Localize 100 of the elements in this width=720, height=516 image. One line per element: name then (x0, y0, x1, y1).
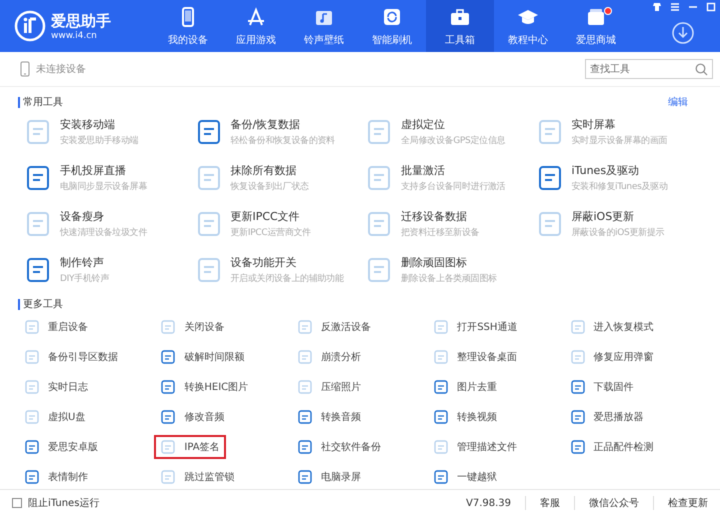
tool-item[interactable]: 表情制作 (18, 465, 94, 489)
tool-name: 手机投屏直播 (60, 163, 127, 178)
footer-link[interactable]: 客服 (525, 496, 560, 510)
skin-icon[interactable] (652, 2, 662, 12)
tool-item[interactable]: 反激活设备 (290, 315, 377, 339)
tool-item[interactable]: 爱思安卓版 (18, 435, 104, 459)
tool-item[interactable]: 重启设备 (18, 315, 94, 339)
tool-description: 更新IPCC运营商文件 (230, 226, 311, 239)
search-field[interactable]: 查找工具 (585, 59, 713, 79)
tool-item[interactable]: 转换音频 (290, 405, 367, 429)
tool-item[interactable]: 压缩照片 (290, 375, 367, 399)
nav-tab[interactable]: 爱思商城 (562, 0, 630, 52)
menu-icon[interactable] (670, 2, 680, 12)
tool-item[interactable]: 手机投屏直播 电脑同步显示设备屏幕 (18, 163, 188, 193)
section-title: 更多工具 (18, 298, 63, 310)
tool-description: 恢复设备到出厂状态 (230, 180, 309, 193)
nav-tab[interactable]: 智能刷机 (358, 0, 426, 52)
app-name: 爱思助手 (51, 12, 111, 30)
tool-item[interactable]: 转换HEIC图片 (154, 375, 254, 399)
tool-item[interactable]: 虚拟U盘 (18, 405, 92, 429)
tool-item[interactable]: 批量激活 支持多台设备同时进行激活 (359, 163, 530, 193)
tool-name: 实时屏幕 (572, 117, 616, 132)
tool-item[interactable]: 下载固件 (564, 375, 640, 399)
tool-item[interactable]: IPA签名 (154, 435, 226, 459)
tool-description: 安装和修复iTunes及驱动 (572, 180, 668, 193)
nav-tab[interactable]: 我的设备 (154, 0, 222, 52)
tool-item[interactable]: 设备功能开关 开启或关闭设备上的辅助功能 (188, 255, 359, 285)
tool-description: 支持多台设备同时进行激活 (401, 180, 506, 193)
tool-item[interactable]: 抹除所有数据 恢复设备到出厂状态 (188, 163, 359, 193)
tool-name: 抹除所有数据 (230, 163, 298, 178)
tool-item[interactable]: 制作铃声 DIY手机铃声 (18, 255, 188, 285)
tool-description: 把资料迁移至新设备 (401, 226, 480, 239)
tool-item[interactable]: 社交软件备份 (290, 435, 387, 459)
tool-item[interactable]: 实时日志 (18, 375, 94, 399)
tool-item[interactable]: 屏蔽iOS更新 屏蔽设备的iOS更新提示 (530, 209, 700, 239)
tool-description: 屏蔽设备的iOS更新提示 (572, 226, 664, 239)
maximize-icon[interactable] (706, 2, 716, 12)
tool-item[interactable]: 实时屏幕 实时显示设备屏幕的画面 (530, 117, 700, 147)
tool-item[interactable]: 电脑录屏 (290, 465, 367, 489)
letter-a-icon (245, 6, 267, 28)
tool-description: 全局修改设备GPS定位信息 (401, 134, 506, 147)
tool-item[interactable]: 正品配件检测 (564, 435, 660, 459)
tool-item[interactable]: 打开SSH通道 (427, 315, 524, 339)
checkbox-label: 阻止iTunes运行 (28, 496, 100, 510)
footer-link[interactable]: 检查更新 (653, 496, 708, 510)
tool-name: 虚拟定位 (401, 117, 446, 132)
nav-tab[interactable]: 铃声壁纸 (290, 0, 358, 52)
phone-icon (20, 61, 30, 77)
tool-item[interactable]: 安装移动端 安装爱思助手移动端 (18, 117, 188, 147)
tool-item[interactable]: 跳过监管锁 (154, 465, 240, 489)
tool-name: iTunes及驱动 (572, 163, 640, 178)
nav-tab[interactable]: 工具箱 (426, 0, 494, 52)
tool-item[interactable]: iTunes及驱动 安装和修复iTunes及驱动 (530, 163, 700, 193)
checkbox[interactable] (12, 498, 22, 508)
tool-item[interactable]: 图片去重 (427, 375, 504, 399)
tool-description: 开启或关闭设备上的辅助功能 (230, 272, 344, 285)
tool-item[interactable]: 整理设备桌面 (427, 345, 524, 369)
tool-item[interactable]: 修改音频 (154, 405, 230, 429)
tool-description: 快速清理设备垃圾文件 (60, 226, 148, 239)
tool-item[interactable]: 关闭设备 (154, 315, 230, 339)
tool-item[interactable]: 虚拟定位 全局修改设备GPS定位信息 (359, 117, 530, 147)
tool-item[interactable]: 迁移设备数据 把资料迁移至新设备 (359, 209, 530, 239)
version-label: V7.98.39 (466, 498, 511, 508)
tool-description: 实时显示设备屏幕的画面 (572, 134, 668, 147)
logo-icon (14, 10, 46, 42)
tool-item[interactable]: 崩溃分析 (290, 345, 367, 369)
tool-name: 制作铃声 (60, 255, 105, 270)
tool-name: 批量激活 (401, 163, 446, 178)
tool-item[interactable]: 删除顽固图标 删除设备上各类顽固图标 (359, 255, 530, 285)
tool-name: 设备功能开关 (230, 255, 298, 270)
tool-item[interactable]: 爱思播放器 (564, 405, 650, 429)
tool-name: 安装移动端 (60, 117, 116, 132)
tool-item[interactable]: 破解时间限额 (154, 345, 250, 369)
app-url: www.i4.cn (51, 30, 98, 40)
edit-link[interactable]: 编辑 (668, 95, 688, 109)
search-icon[interactable] (695, 63, 708, 76)
tool-name: 更新IPCC文件 (230, 209, 301, 224)
tool-item[interactable]: 管理描述文件 (427, 435, 524, 459)
tool-item[interactable]: 设备瘦身 快速清理设备垃圾文件 (18, 209, 188, 239)
nav-tab[interactable]: 应用游戏 (222, 0, 290, 52)
tool-item[interactable]: 备份引导区数据 (18, 345, 124, 369)
tool-description: 安装爱思助手移动端 (60, 134, 138, 147)
tool-description: 电脑同步显示设备屏幕 (60, 180, 148, 193)
download-icon[interactable] (672, 22, 694, 44)
tool-item[interactable]: 转换视频 (427, 405, 504, 429)
tool-name: 屏蔽iOS更新 (572, 209, 636, 224)
device-status: 未连接设备 (36, 62, 86, 76)
footer-link[interactable]: 微信公众号 (574, 496, 639, 510)
tool-description: 删除设备上各类顽固图标 (401, 272, 497, 285)
tool-item[interactable]: 备份/恢复数据 轻松备份和恢复设备的资料 (188, 117, 359, 147)
tool-description: 轻松备份和恢复设备的资料 (230, 134, 335, 147)
tool-item[interactable]: 一键越狱 (427, 465, 504, 489)
nav-tab[interactable]: 教程中心 (494, 0, 562, 52)
tool-item[interactable]: 修复应用弹窗 (564, 345, 660, 369)
tool-name: 迁移设备数据 (401, 209, 468, 224)
section-title: 常用工具 (18, 96, 63, 108)
tool-item[interactable]: 更新IPCC文件 更新IPCC运营商文件 (188, 209, 359, 239)
tool-item[interactable]: 进入恢复模式 (564, 315, 660, 339)
tool-description: DIY手机铃声 (60, 272, 109, 285)
tool-name: 删除顽固图标 (401, 255, 468, 270)
